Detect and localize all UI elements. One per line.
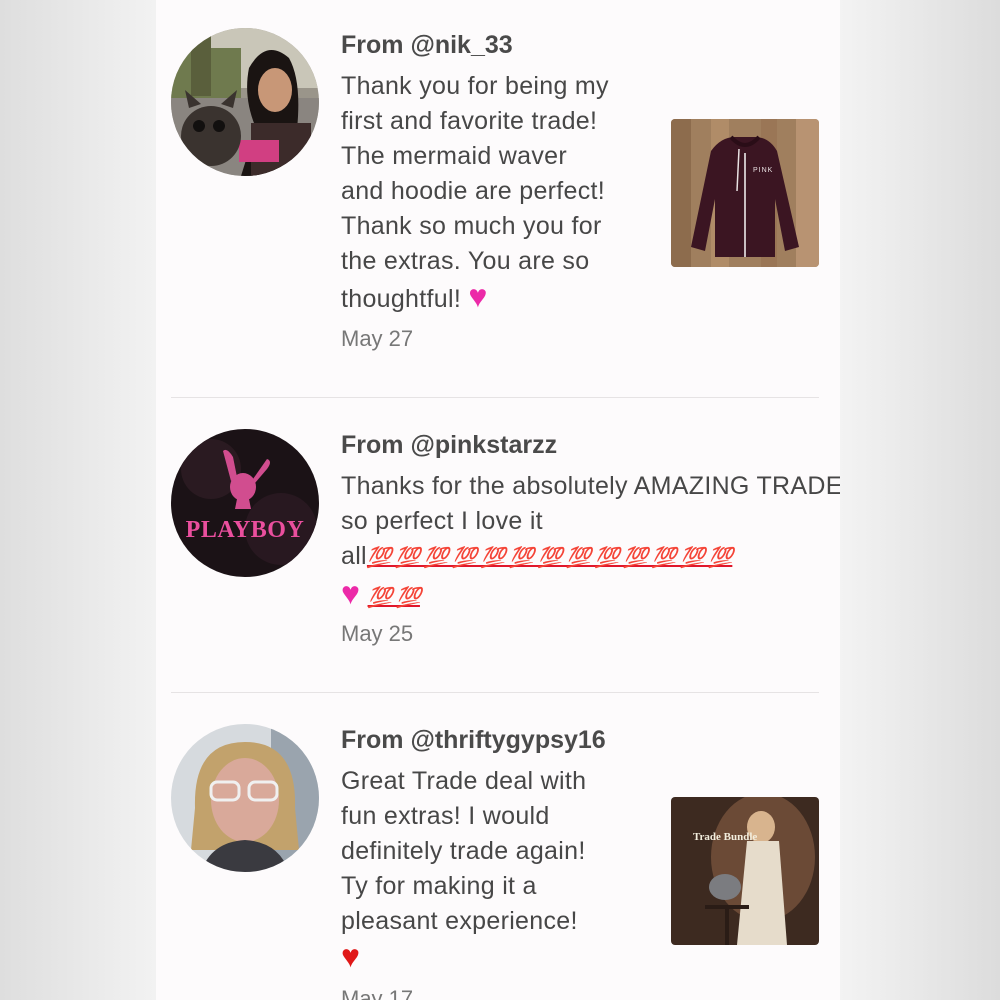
item-thumbnail[interactable]: PINK [671,119,819,267]
right-backdrop [840,0,1000,1000]
user-avatar[interactable] [171,724,319,872]
message-line: ♥ 💯 💯 [341,576,840,616]
message-line: Great Trade deal with [341,767,587,795]
message-line: Thank so much you for [341,212,602,240]
red-heart-icon: ♥ [341,938,361,974]
item-thumbnail[interactable]: Trade Bundle [671,797,819,945]
left-backdrop [0,0,156,1000]
hoodie-print-text: PINK [753,167,774,174]
review-message: Thank you for being my first and favorit… [341,69,609,317]
message-line: thoughtful! ♥ [341,279,609,317]
user-avatar[interactable] [171,28,319,176]
message-text: thoughtful! [341,285,462,313]
thumbnail-caption: Trade Bundle [693,831,758,843]
review-author[interactable]: From @pinkstarzz [341,430,557,460]
pink-heart-icon: ♥ [468,278,488,314]
review-divider [171,397,819,398]
message-line: fun extras! I would [341,802,550,830]
message-line: all💯 💯 💯 💯 💯 💯 💯 💯 💯 💯 💯 💯 💯 [341,539,840,576]
message-line: and hoodie are perfect! [341,177,606,205]
message-text: all [341,542,367,570]
trade-bundle-photo-icon [671,797,819,945]
message-line: Thanks for the absolutely AMAZING TRADE [341,472,840,500]
review-author[interactable]: From @thriftygypsy16 [341,725,606,755]
message-line: definitely trade again! [341,837,586,865]
review-date: May 27 [341,326,414,351]
playboy-logo-avatar-icon [171,429,319,577]
user-avatar[interactable]: PLAYBOY [171,429,319,577]
pink-heart-icon: ♥ [341,575,361,611]
message-line: the extras. You are so [341,247,590,275]
message-line: Ty for making it a [341,872,537,900]
message-line: so perfect I love it [341,507,543,535]
review-author[interactable]: From @nik_33 [341,30,513,60]
message-line: The mermaid waver [341,142,567,170]
review-divider [171,692,819,693]
review-message: Great Trade deal with fun extras! I woul… [341,764,586,977]
message-line: Thank you for being my [341,72,609,100]
message-line: first and favorite trade! [341,107,598,135]
hundred-points-icons: 💯 💯 [367,587,421,609]
reviews-panel[interactable]: From @nik_33 Thank you for being my firs… [156,0,840,1000]
avatar-logo-text: PLAYBOY [185,517,305,543]
review-date: May 17 [341,986,414,1000]
hoodie-item-photo-icon [671,119,819,267]
message-line: pleasant experience! [341,907,578,935]
user-avatar-photo-icon [171,28,319,176]
review-message: Thanks for the absolutely AMAZING TRADE … [341,469,840,616]
review-date: May 25 [341,621,414,646]
user-avatar-photo-icon [171,724,319,872]
hundred-points-icons: 💯 💯 💯 💯 💯 💯 💯 💯 💯 💯 💯 💯 💯 [366,547,733,569]
message-line: ♥ [341,939,586,977]
